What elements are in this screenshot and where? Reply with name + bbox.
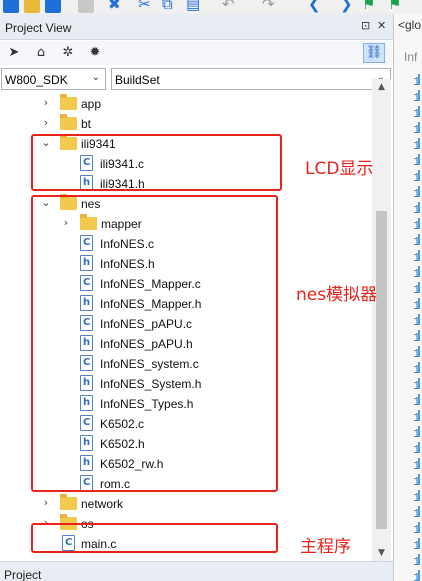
nes-annotation-box (31, 195, 278, 492)
tree-item-label: app (81, 97, 102, 111)
line-number: 1 (413, 443, 421, 457)
back-icon[interactable]: ❮ (308, 0, 321, 12)
open-folder-icon[interactable] (24, 0, 40, 13)
bookmark-icon[interactable]: ⚑ (362, 0, 375, 12)
panel-header: Project View ⊡ ✕ (0, 14, 393, 40)
main-annotation-label: 主程序 (300, 537, 351, 557)
vertical-scrollbar[interactable]: ▲ ▼ (372, 79, 391, 561)
folder-icon (60, 494, 77, 510)
folder-icon (60, 114, 77, 130)
line-number: 1 (413, 123, 421, 137)
line-number: 1 (413, 427, 421, 441)
line-number: 1 (413, 219, 421, 233)
line-number: 1 (413, 139, 421, 153)
line-number: 1 (413, 571, 421, 581)
line-number: 1 (413, 155, 421, 169)
panel-toolbar: ➤ ⌂ ✲ ✹ ⛓ (0, 41, 393, 65)
pin-icon[interactable]: ⊡ (361, 19, 370, 33)
close-icon[interactable]: ✖ (108, 0, 121, 12)
line-number: 1 (413, 507, 421, 521)
line-number: 1 (413, 299, 421, 313)
line-number: 1 (413, 347, 421, 361)
line-number: 1 (413, 331, 421, 345)
tree-item-label: network (81, 497, 124, 511)
sparkle-icon[interactable]: ✲ (59, 44, 77, 62)
line-number: 1 (413, 363, 421, 377)
lcd-annotation-label: LCD显示 (305, 159, 374, 179)
tree-item-label: bt (81, 117, 92, 131)
line-number: 1 (413, 395, 421, 409)
save-all-icon[interactable] (78, 0, 94, 13)
line-number: 1 (413, 459, 421, 473)
copy-icon[interactable]: ⧉ (162, 0, 173, 12)
line-number: 1 (413, 475, 421, 489)
bottom-tabs: Project (0, 561, 393, 581)
forward-icon[interactable]: ❯ (340, 0, 353, 12)
line-number: 1 (413, 539, 421, 553)
tree-folder-row[interactable]: › bt (0, 114, 372, 134)
line-number: 1 (413, 315, 421, 329)
line-number: 1 (413, 75, 421, 89)
main-toolbar: ✖ ✂ ⧉ ▤ ↶ ↷ ❮ ❯ ⚑ ⚑ (0, 0, 422, 14)
main-annotation-box (31, 523, 278, 553)
redo-icon[interactable]: ↷ (262, 0, 275, 12)
panel-close-icon[interactable]: ✕ (377, 19, 386, 33)
line-number: 1 (413, 187, 421, 201)
tab-project[interactable]: Project (4, 568, 41, 581)
editor-tab[interactable]: <glo (398, 18, 421, 32)
tree-folder-row[interactable]: › app (0, 94, 372, 114)
line-number: 1 (413, 267, 421, 281)
line-number: 1 (413, 379, 421, 393)
bookmark-next-icon[interactable]: ⚑ (388, 0, 401, 12)
navigate-icon[interactable]: ➤ (5, 44, 23, 62)
cut-icon[interactable]: ✂ (138, 0, 151, 12)
home-icon[interactable]: ⌂ (32, 44, 50, 62)
line-number: 1 (413, 523, 421, 537)
lcd-annotation-box (31, 134, 282, 191)
line-number: 1 (413, 107, 421, 121)
line-number: 1 (413, 203, 421, 217)
line-number: 1 (413, 91, 421, 105)
scroll-down-icon[interactable]: ▼ (372, 545, 391, 561)
nes-annotation-label: nes模拟器 (296, 285, 378, 305)
line-number: 1 (413, 283, 421, 297)
folder-icon (60, 94, 77, 110)
link-icon[interactable]: ⛓ (363, 43, 385, 63)
scroll-up-icon[interactable]: ▲ (372, 79, 391, 95)
line-number: 1 (413, 171, 421, 185)
chevron-right-icon[interactable]: › (40, 496, 52, 509)
scroll-thumb[interactable] (376, 211, 387, 529)
chevron-right-icon[interactable]: › (40, 116, 52, 129)
save-icon[interactable] (45, 0, 61, 13)
new-file-icon[interactable] (3, 0, 19, 13)
line-number: 1 (413, 555, 421, 569)
line-number: 1 (413, 411, 421, 425)
tree-folder-row[interactable]: › network (0, 494, 372, 514)
line-number: 1 (413, 491, 421, 505)
paste-icon[interactable]: ▤ (186, 0, 200, 12)
undo-icon[interactable]: ↶ (222, 0, 235, 12)
line-number: 1 (413, 235, 421, 249)
line-number: 1 (413, 251, 421, 265)
panel-title: Project View (5, 21, 72, 35)
chevron-right-icon[interactable]: › (40, 96, 52, 109)
editor-sub-label: Inf (404, 50, 418, 64)
bug-icon[interactable]: ✹ (86, 44, 104, 62)
editor-pane: <glo Inf 1 1 1 1 1 1 1 1 1 1 1 1 1 1 1 1 1 1 1 1 1 1 1 1 1 1 1 1 1 1 1… (393, 14, 422, 581)
